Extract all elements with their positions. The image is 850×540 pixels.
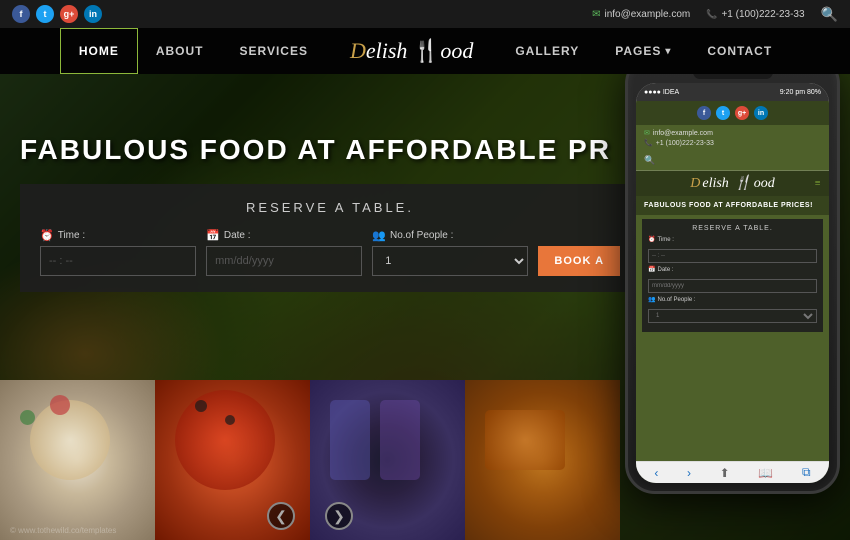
contact-info: info@example.com +1 (100)222-23-33 🔍	[592, 6, 838, 23]
date-label: 📅 Date :	[206, 229, 362, 242]
phone-time: 9:20 pm 80%	[780, 89, 821, 96]
p-email-text: info@example.com	[653, 130, 713, 137]
browser-tabs-icon[interactable]: ⧉	[802, 465, 811, 480]
reservation-box: RESERVE A TABLE. ⏰ Time : 📅 Date : 👥	[20, 184, 640, 292]
nav-home[interactable]: HOME	[60, 28, 138, 74]
phone-browser-bar: ‹ › ⬆ 📖 ⧉	[636, 461, 829, 483]
nav-gallery[interactable]: GALLERY	[497, 28, 597, 74]
twitter-icon[interactable]: t	[36, 5, 54, 23]
phone-carrier: ●●●● IDEA	[644, 89, 679, 96]
prev-arrow[interactable]: ❮	[267, 502, 295, 530]
people-field: 👥 No.of People : 1 2 3 4	[372, 229, 528, 276]
p-time-field: ⏰ Time :	[648, 236, 817, 263]
phone-text: +1 (100)222-23-33	[721, 9, 804, 20]
p-facebook-icon[interactable]: f	[697, 106, 711, 120]
date-field: 📅 Date :	[206, 229, 362, 276]
p-envelope-icon: ✉	[644, 129, 650, 137]
p-phone: 📞 +1 (100)222-23-33	[644, 139, 821, 147]
phone-notch	[693, 74, 773, 79]
p-time-input[interactable]	[648, 249, 817, 263]
phone-status-bar: ●●●● IDEA 9:20 pm 80%	[636, 83, 829, 101]
p-phone-text: +1 (100)222-23-33	[656, 140, 714, 147]
p-hero-text: FABULOUS FOOD AT AFFORDABLE PRICES!	[636, 196, 829, 215]
browser-forward-icon[interactable]: ›	[687, 466, 691, 480]
p-time-label: ⏰ Time :	[648, 236, 817, 243]
envelope-icon	[592, 9, 600, 20]
time-input[interactable]	[40, 246, 196, 276]
carousel-arrows: ❮ ❯	[0, 502, 620, 530]
time-field: ⏰ Time :	[40, 229, 196, 276]
phone-search[interactable]: 🔍	[636, 153, 829, 171]
phone-screen: ●●●● IDEA 9:20 pm 80% f t g+ in	[636, 83, 829, 483]
p-people-field: 👥 No.of People : 12	[648, 296, 817, 323]
p-people-select[interactable]: 12	[648, 309, 817, 323]
nav-pages[interactable]: PAGES	[597, 28, 689, 74]
p-linkedin-icon[interactable]: in	[754, 106, 768, 120]
browser-share-icon[interactable]: ⬆	[720, 466, 730, 480]
p-date-label: 📅 Date :	[648, 266, 817, 273]
people-select[interactable]: 1 2 3 4	[372, 246, 528, 276]
p-people-icon: 👥	[648, 296, 655, 303]
p-phone-icon: 📞	[644, 139, 653, 147]
phone-contact-info: ✉ info@example.com 📞 +1 (100)222-23-33	[636, 125, 829, 153]
browser-back-icon[interactable]: ‹	[654, 466, 658, 480]
phone-content: f t g+ in ✉ info@example.com 📞 +1	[636, 101, 829, 483]
search-icon[interactable]: 🔍	[821, 6, 838, 23]
phone-outer: ●●●● IDEA 9:20 pm 80% f t g+ in	[625, 74, 840, 494]
phone-brand: Delish 🍴ood ≡	[636, 171, 829, 196]
navbar: HOME ABOUT SERVICES Delish 🍴ood GALLERY …	[0, 28, 850, 74]
clock-icon: ⏰	[40, 229, 54, 242]
brand-logo: Delish 🍴ood	[326, 38, 497, 64]
social-icons: f t g+ in	[12, 5, 102, 23]
reservation-title: RESERVE A TABLE.	[40, 200, 620, 215]
phone-info: +1 (100)222-23-33	[706, 9, 804, 20]
browser-bookmark-icon[interactable]: 📖	[758, 466, 773, 480]
nav-about[interactable]: ABOUT	[138, 28, 222, 74]
p-clock-icon: ⏰	[648, 236, 655, 243]
people-icon: 👥	[372, 229, 386, 242]
email-text: info@example.com	[604, 9, 690, 20]
p-date-input[interactable]	[648, 279, 817, 293]
p-brand-d: D	[690, 176, 700, 192]
hero-title: FABULOUS FOOD AT AFFORDABLE PR	[20, 134, 611, 166]
phone-icon	[706, 9, 717, 20]
facebook-icon[interactable]: f	[12, 5, 30, 23]
p-email: ✉ info@example.com	[644, 129, 821, 137]
people-label: 👥 No.of People :	[372, 229, 528, 242]
googleplus-icon[interactable]: g+	[60, 5, 78, 23]
p-reserve-title: RESERVE A TABLE.	[648, 225, 817, 232]
email-info: info@example.com	[592, 9, 690, 20]
p-date-field: 📅 Date :	[648, 266, 817, 293]
reservation-fields: ⏰ Time : 📅 Date : 👥 No.of People : 1	[40, 229, 620, 276]
p-calendar-icon: 📅	[648, 266, 655, 273]
top-bar: f t g+ in info@example.com +1 (100)222-2…	[0, 0, 850, 28]
p-fork-icon: 🍴	[734, 175, 751, 192]
next-arrow[interactable]: ❯	[325, 502, 353, 530]
linkedin-icon[interactable]: in	[84, 5, 102, 23]
date-input[interactable]	[206, 246, 362, 276]
nav-services[interactable]: SERVICES	[222, 28, 326, 74]
p-menu-icon[interactable]: ≡	[814, 178, 821, 189]
nav-contact[interactable]: CONTACT	[689, 28, 790, 74]
phone-social-bar: f t g+ in	[636, 101, 829, 125]
p-people-label: 👥 No.of People :	[648, 296, 817, 303]
p-googleplus-icon[interactable]: g+	[735, 106, 749, 120]
time-label: ⏰ Time :	[40, 229, 196, 242]
book-button[interactable]: BOOK A	[538, 246, 620, 276]
mobile-mockup: ●●●● IDEA 9:20 pm 80% f t g+ in	[625, 74, 840, 524]
calendar-icon: 📅	[206, 229, 220, 242]
p-reserve-box: RESERVE A TABLE. ⏰ Time : 📅 Date :	[642, 219, 823, 332]
p-twitter-icon[interactable]: t	[716, 106, 730, 120]
hero-section: FABULOUS FOOD AT AFFORDABLE PR RESERVE A…	[0, 74, 850, 540]
